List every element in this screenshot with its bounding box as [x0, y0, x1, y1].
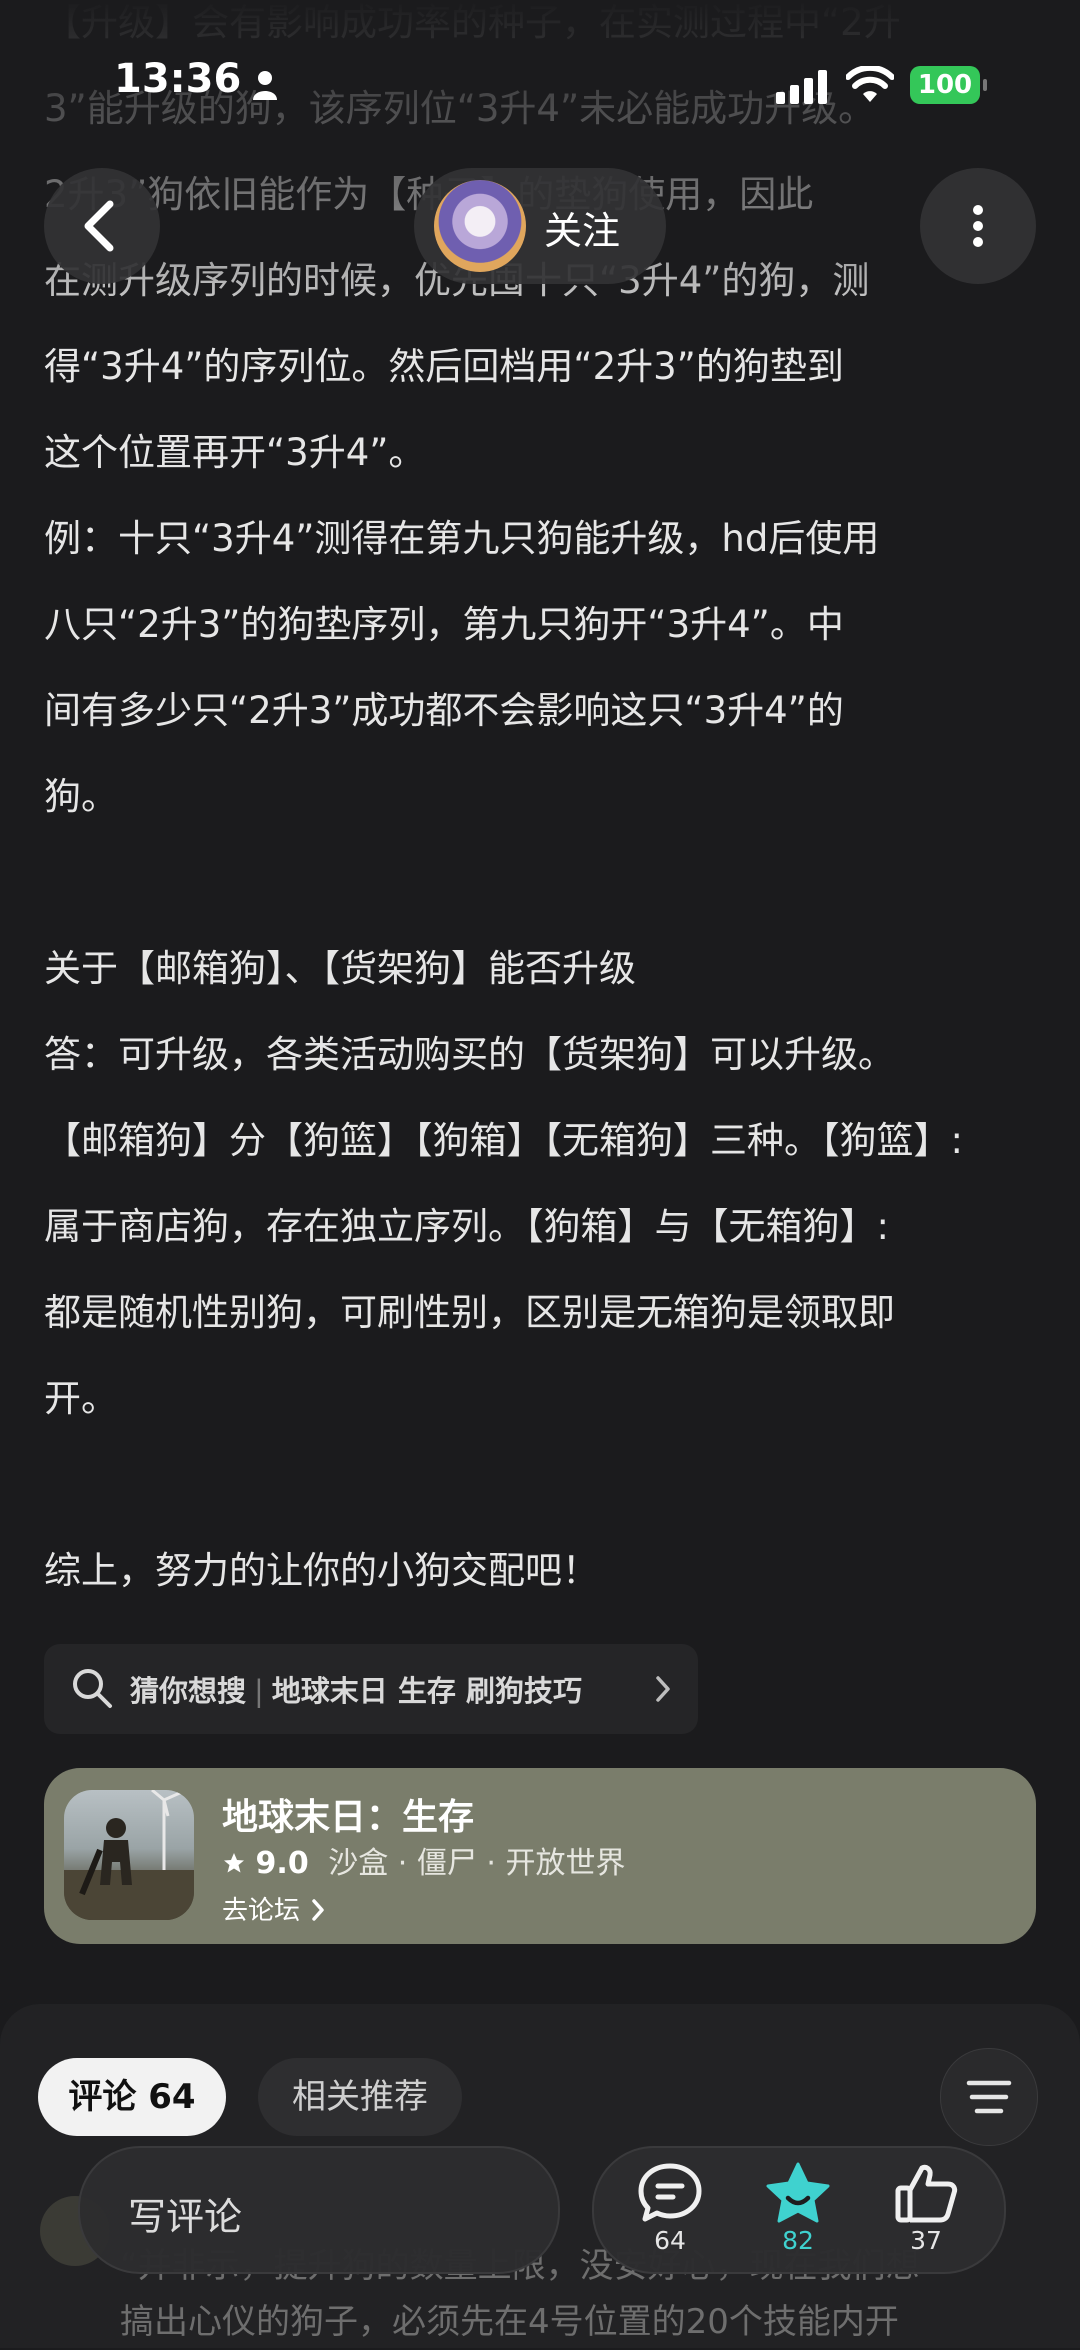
game-art-icon — [64, 1790, 194, 1920]
article-line: 开。 — [44, 1377, 118, 1420]
write-comment-placeholder: 写评论 — [128, 2195, 243, 2239]
search-suggestion-prefix: 猜你想搜 — [130, 1674, 247, 1708]
like-count: 37 — [910, 2226, 942, 2255]
article-line: 【邮箱狗】分【狗篮】【狗箱】【无箱狗】三种。【狗篮】: — [44, 1119, 963, 1162]
comment-count: 64 — [654, 2226, 686, 2255]
article-line: 这个位置再开“3升4”。 — [44, 431, 426, 474]
search-suggestion-query: 地球末日 生存 刷狗技巧 — [271, 1674, 582, 1708]
battery-indicator: 100 — [910, 66, 987, 104]
like-action[interactable]: 37 — [876, 2162, 976, 2272]
favorite-count: 82 — [782, 2226, 814, 2255]
article-line — [44, 840, 963, 926]
sort-filter-button[interactable] — [940, 2048, 1038, 2146]
article-line: 关于【邮箱狗】、【货架狗】能否升级 — [44, 947, 636, 990]
article-line: 间有多少只“2升3”成功都不会影响这只“3升4”的 — [44, 689, 844, 732]
status-time: 13:36 — [114, 56, 242, 102]
comment-line: 搞出心仪的狗子，必须先在4号位置的20个技能内开 — [120, 2302, 899, 2342]
chevron-right-icon — [656, 1676, 670, 1702]
game-tags: 沙盒 · 僵尸 · 开放世界 — [328, 1846, 626, 1881]
go-to-forum-label: 去论坛 — [222, 1896, 301, 1926]
status-bar: 13:36 100 — [0, 0, 1080, 104]
search-icon — [73, 1669, 112, 1708]
cellular-signal-icon — [776, 70, 827, 104]
tab-comments[interactable]: 评论 64 — [38, 2058, 226, 2136]
person-icon — [253, 71, 277, 100]
tab-related[interactable]: 相关推荐 — [258, 2058, 462, 2136]
favorite-action[interactable]: 82 — [748, 2162, 848, 2272]
article-line: 综上，努力的让你的小狗交配吧！ — [44, 1549, 599, 1592]
article-line: 例：十只“3升4”测得在第九只狗能升级，hd后使用 — [44, 517, 880, 560]
author-avatar[interactable] — [434, 180, 526, 272]
article-line: 答：可升级，各类活动购买的【货架狗】可以升级。 — [44, 1033, 895, 1076]
follow-button-label[interactable]: 关注 — [544, 200, 620, 255]
separator: | — [254, 1674, 264, 1708]
game-rating: 9.0 — [255, 1846, 309, 1881]
thumbs-up-icon — [895, 2164, 958, 2223]
game-card[interactable]: 地球末日：生存 9.0 沙盒 · 僵尸 · 开放世界 去论坛 — [44, 1768, 1036, 1944]
game-meta: 9.0 沙盒 · 僵尸 · 开放世界 — [222, 1838, 625, 1882]
chevron-left-icon — [84, 200, 114, 252]
write-comment-input[interactable]: 写评论 — [78, 2146, 560, 2274]
article-line: 都是随机性别狗，可刷性别，区别是无箱狗是领取即 — [44, 1291, 895, 1334]
star-icon — [224, 1853, 244, 1873]
more-options-button[interactable] — [920, 168, 1036, 284]
article-line — [44, 1442, 963, 1528]
comment-action[interactable]: 64 — [620, 2162, 720, 2272]
article-line: 八只“2升3”的狗垫序列，第九只狗开“3升4”。中 — [44, 603, 844, 646]
article-line: 得“3升4”的序列位。然后回档用“2升3”的狗垫到 — [44, 345, 844, 388]
article-line: 狗。 — [44, 775, 118, 818]
action-bar: 64 82 37 — [592, 2146, 1006, 2274]
back-button[interactable] — [44, 168, 160, 284]
chevron-right-icon — [312, 1899, 325, 1921]
game-icon[interactable] — [64, 1790, 194, 1920]
search-suggestion-text[interactable]: 猜你想搜 | 地球末日 生存 刷狗技巧 — [130, 1668, 582, 1710]
author-follow-pill[interactable]: 关注 — [414, 168, 666, 284]
star-favorite-icon — [766, 2162, 830, 2223]
more-vertical-icon — [973, 205, 983, 247]
filter-lines-icon — [966, 2080, 1012, 2114]
game-title[interactable]: 地球末日：生存 — [222, 1788, 474, 1840]
comment-bubble-icon — [638, 2163, 702, 2222]
article-line: 属于商店狗，存在独立序列。【狗箱】与【无箱狗】: — [44, 1205, 889, 1248]
wifi-icon — [846, 66, 894, 102]
go-to-forum-link[interactable]: 去论坛 — [222, 1890, 328, 1927]
search-suggestion-chip[interactable]: 猜你想搜 | 地球末日 生存 刷狗技巧 — [44, 1644, 698, 1734]
